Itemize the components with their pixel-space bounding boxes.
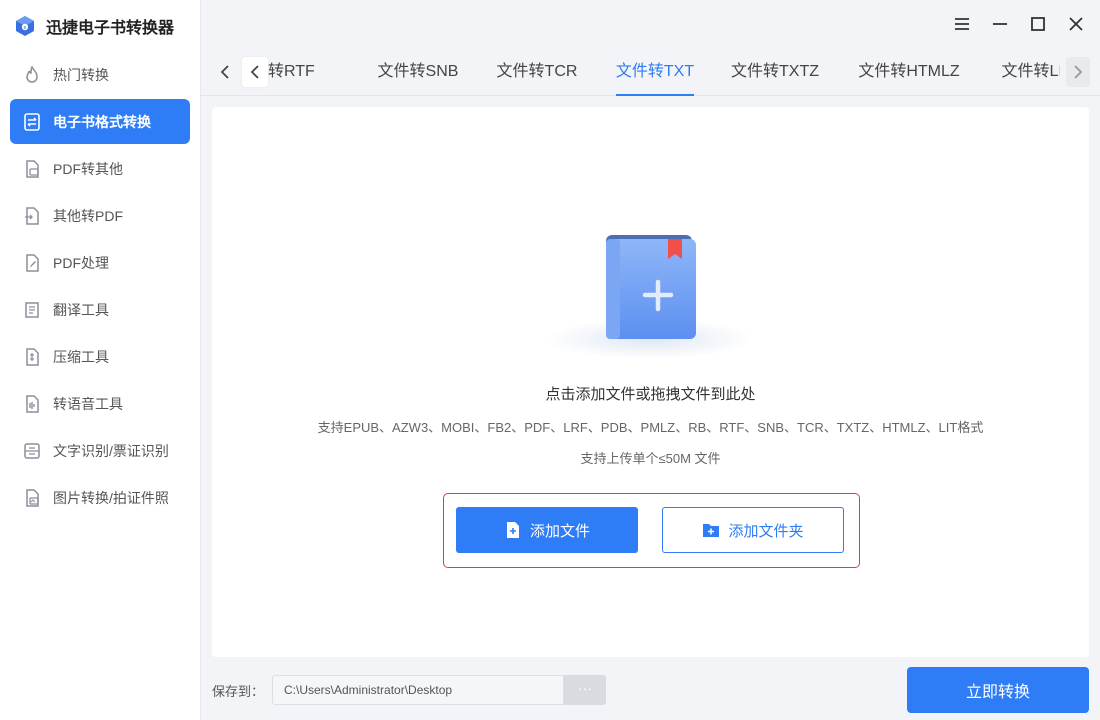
close-button[interactable] bbox=[1066, 12, 1086, 36]
sidebar-item-ocr[interactable]: 文字识别/票证识别 bbox=[10, 428, 190, 473]
sidebar-item-label: 转语音工具 bbox=[53, 395, 123, 412]
maximize-icon bbox=[1031, 17, 1045, 31]
sidebar-item-translate[interactable]: 翻译工具 bbox=[10, 287, 190, 332]
sidebar-nav: 热门转换 电子书格式转换 PDF转其他 其他转PDF PDF处理 翻译工具 压缩… bbox=[0, 52, 200, 520]
chevron-left-icon bbox=[220, 65, 229, 79]
tabs-prev-button[interactable] bbox=[242, 57, 268, 87]
tabs-scroll-left-button[interactable] bbox=[213, 57, 237, 87]
sidebar-item-label: 文字识别/票证识别 bbox=[53, 442, 169, 459]
sidebar-item-pdf-to-other[interactable]: PDF转其他 bbox=[10, 146, 190, 191]
tabs-scroll-right-button[interactable] bbox=[1066, 57, 1090, 87]
minimize-icon bbox=[993, 23, 1007, 25]
title-bar bbox=[201, 0, 1100, 50]
pdf-edit-icon bbox=[26, 253, 39, 272]
add-file-label: 添加文件 bbox=[529, 522, 590, 540]
compress-icon bbox=[26, 347, 39, 366]
sidebar-item-pdf-process[interactable]: PDF处理 bbox=[10, 240, 190, 285]
save-to-label: 保存到： bbox=[212, 684, 265, 699]
pdf-export-icon bbox=[26, 159, 39, 178]
sidebar-item-image[interactable]: 图片转换/拍证件照 bbox=[10, 475, 190, 520]
app-logo-icon: e bbox=[16, 16, 34, 36]
audio-icon bbox=[26, 394, 39, 413]
add-folder-icon bbox=[703, 524, 720, 537]
sidebar-item-label: 热门转换 bbox=[53, 66, 109, 83]
sidebar-item-label: 其他转PDF bbox=[53, 207, 123, 224]
tab-tcr[interactable]: 文件转TCR bbox=[478, 50, 596, 96]
sidebar-item-compress[interactable]: 压缩工具 bbox=[10, 334, 190, 379]
tab-htmlz[interactable]: 文件转HTMLZ bbox=[836, 50, 982, 96]
sidebar-item-label: 电子书格式转换 bbox=[53, 113, 151, 130]
drop-zone-title: 点击添加文件或拖拽文件到此处 bbox=[545, 386, 756, 403]
supported-formats-text: 支持EPUB、AZW3、MOBI、FB2、PDF、LRF、PDB、PMLZ、RB… bbox=[317, 420, 984, 435]
sidebar-item-ebook-convert[interactable]: 电子书格式转换 bbox=[10, 99, 190, 144]
maximize-button[interactable] bbox=[1028, 12, 1048, 36]
menu-button[interactable] bbox=[952, 12, 972, 36]
add-file-icon bbox=[506, 522, 519, 538]
sidebar-item-hot-convert[interactable]: 热门转换 bbox=[10, 52, 190, 97]
window-controls bbox=[952, 12, 1086, 36]
tab-rtf[interactable]: 转RTF bbox=[268, 50, 358, 96]
sidebar-item-label: PDF处理 bbox=[53, 254, 109, 271]
tab-lit[interactable]: 文件转LIT bbox=[982, 50, 1060, 96]
add-folder-label: 添加文件夹 bbox=[728, 522, 804, 540]
chevron-right-icon bbox=[1074, 65, 1083, 79]
sidebar: e 迅捷电子书转换器 热门转换 电子书格式转换 PDF转其他 其他转PDF PD… bbox=[0, 0, 201, 720]
format-tabs-bar: 转RTF 文件转SNB 文件转TCR 文件转TXT 文件转TXTZ 文件转HTM… bbox=[201, 50, 1100, 96]
minimize-button[interactable] bbox=[990, 12, 1010, 36]
add-book-illustration-icon bbox=[545, 235, 755, 357]
brand: e 迅捷电子书转换器 bbox=[0, 0, 200, 52]
sidebar-item-label: 图片转换/拍证件照 bbox=[53, 489, 169, 506]
chevron-left-icon bbox=[250, 65, 259, 79]
tab-txt[interactable]: 文件转TXT bbox=[596, 50, 714, 96]
app-title: 迅捷电子书转换器 bbox=[46, 20, 175, 37]
hamburger-icon bbox=[955, 18, 969, 30]
sidebar-item-label: 压缩工具 bbox=[53, 348, 109, 365]
ebook-convert-icon bbox=[24, 112, 40, 131]
translate-icon bbox=[25, 301, 39, 318]
sidebar-item-label: 翻译工具 bbox=[53, 301, 109, 318]
add-buttons-group: 添加文件 添加文件夹 bbox=[443, 493, 860, 568]
browse-output-button[interactable]: ··· bbox=[564, 675, 606, 705]
drop-zone[interactable]: 点击添加文件或拖拽文件到此处 支持EPUB、AZW3、MOBI、FB2、PDF、… bbox=[212, 107, 1089, 657]
ocr-icon bbox=[24, 442, 40, 459]
pdf-import-icon bbox=[25, 206, 39, 225]
flame-icon bbox=[26, 64, 38, 83]
sidebar-item-audio[interactable]: 转语音工具 bbox=[10, 381, 190, 426]
sidebar-item-label: PDF转其他 bbox=[53, 160, 123, 177]
tab-txtz[interactable]: 文件转TXTZ bbox=[714, 50, 836, 96]
close-icon bbox=[1069, 17, 1083, 31]
convert-now-button[interactable]: 立即转换 bbox=[907, 667, 1089, 713]
image-icon bbox=[26, 488, 39, 507]
add-file-button[interactable]: 添加文件 bbox=[456, 507, 638, 553]
tabs: 转RTF 文件转SNB 文件转TCR 文件转TXT 文件转TXTZ 文件转HTM… bbox=[268, 50, 1060, 96]
add-folder-button[interactable]: 添加文件夹 bbox=[662, 507, 844, 553]
sidebar-item-other-to-pdf[interactable]: 其他转PDF bbox=[10, 193, 190, 238]
file-size-limit-text: 支持上传单个≤50M 文件 bbox=[580, 451, 721, 466]
tab-snb[interactable]: 文件转SNB bbox=[358, 50, 478, 96]
output-path-field[interactable]: C:\Users\Administrator\Desktop bbox=[272, 675, 564, 705]
svg-text:e: e bbox=[24, 25, 27, 31]
